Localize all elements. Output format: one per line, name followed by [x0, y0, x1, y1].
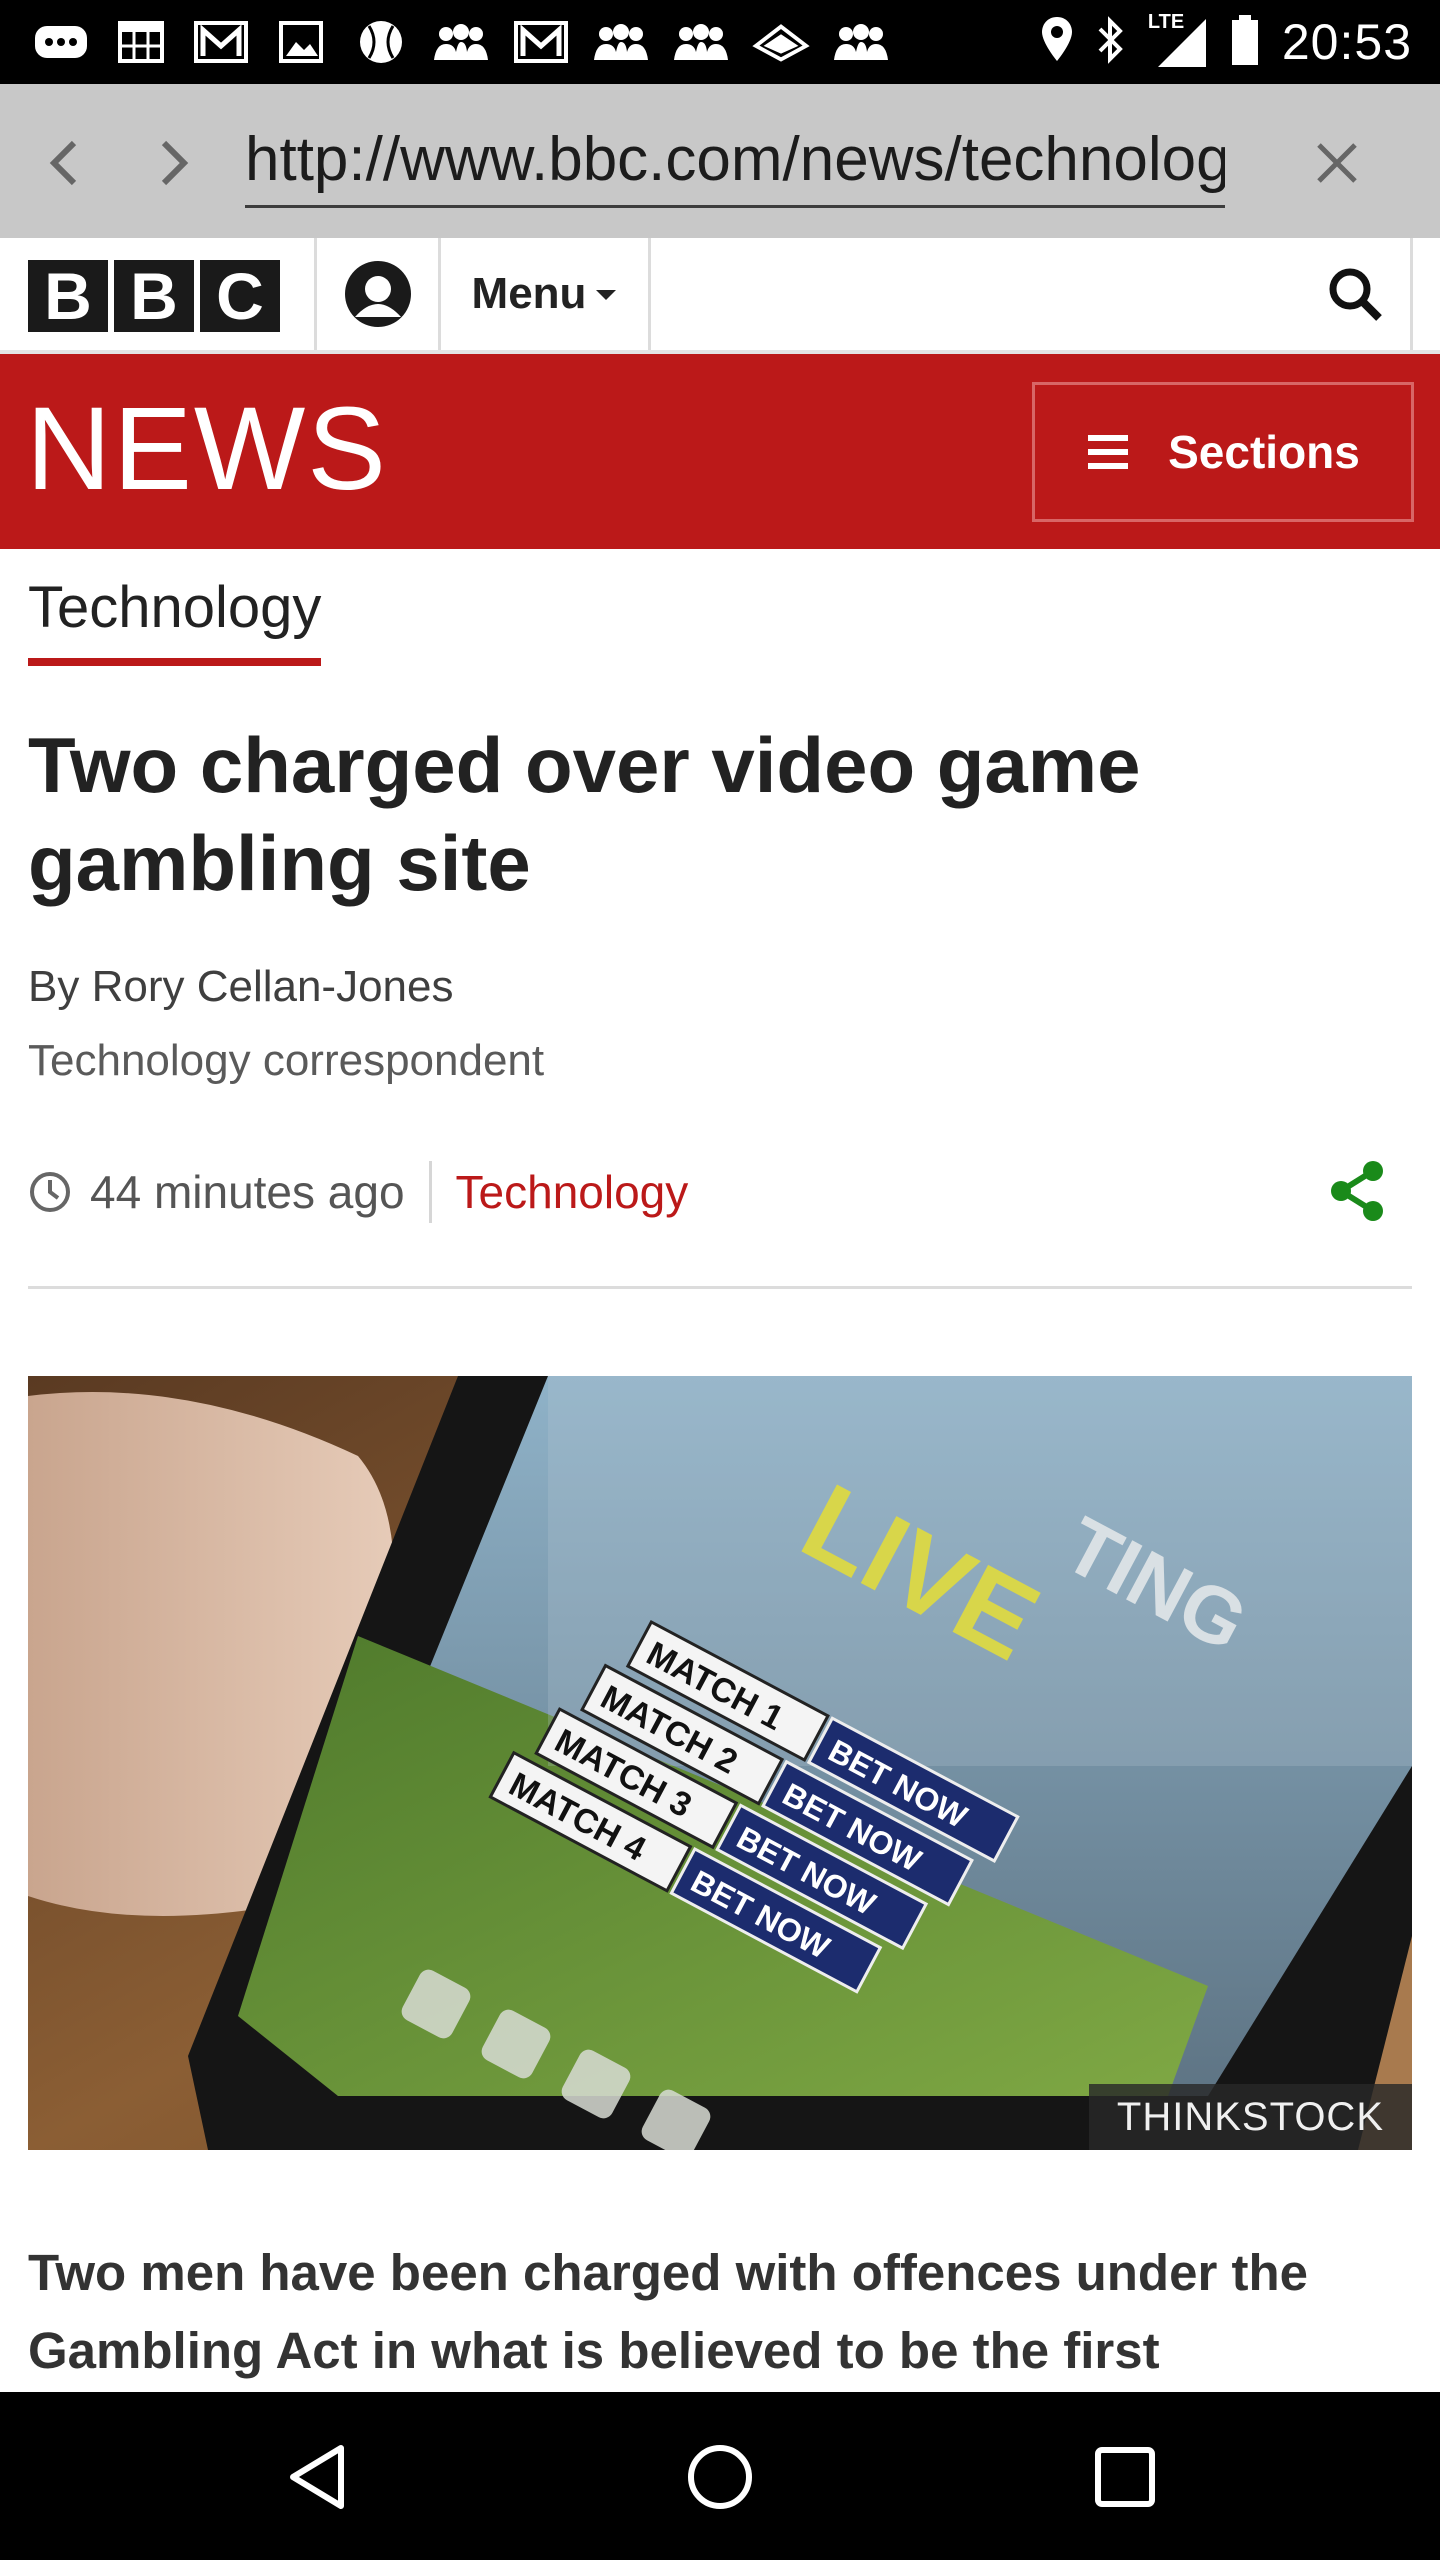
caret-down-icon [596, 290, 617, 300]
bbc-logo-letter: C [200, 260, 280, 332]
timestamp: 44 minutes ago [90, 1166, 405, 1218]
image-icon [272, 16, 330, 68]
masthead-divider [648, 238, 651, 350]
system-nav-bar [0, 2392, 1440, 2560]
signal-lte-icon: LTE [1148, 11, 1208, 69]
battery-icon [1230, 13, 1260, 72]
image-credit: THINKSTOCK [1088, 2084, 1412, 2150]
nav-home-button[interactable] [675, 2432, 765, 2522]
tablet-betting-photo: LIVE TING MATCH 1 BET NOW MATCH 2 BET NO… [28, 1376, 1412, 2150]
close-icon [1317, 143, 1357, 183]
news-logo[interactable]: NEWS [26, 390, 388, 508]
bbc-logo[interactable]: B B C [28, 260, 280, 332]
recents-square-icon [1095, 2447, 1155, 2507]
back-button[interactable] [32, 128, 96, 198]
screen: LTE 20:53 http://www.bbc.com/news/techno… [0, 0, 1440, 2560]
sections-label: Sections [1168, 426, 1360, 478]
stadium-icon [752, 16, 810, 68]
article-intro: Two men have been charged with offences … [28, 2244, 1308, 2379]
browser-toolbar: http://www.bbc.com/news/technology [0, 84, 1440, 238]
bbc-masthead: B B C Menu [0, 238, 1440, 354]
location-icon [1040, 15, 1074, 70]
group-icon [592, 16, 650, 68]
calendar-grid-icon [112, 16, 170, 68]
network-label: LTE [1147, 11, 1185, 33]
article-meta: 44 minutes ago Technology [28, 1158, 688, 1226]
search-icon [1329, 268, 1382, 321]
gmail-icon [192, 16, 250, 68]
share-button[interactable] [1322, 1156, 1392, 1226]
article-headline: Two charged over video game gambling sit… [28, 721, 1141, 907]
search-button[interactable] [1300, 238, 1410, 350]
section-tag-link[interactable]: Technology [456, 1165, 689, 1219]
masthead-divider [1410, 238, 1413, 350]
gmail-icon [512, 16, 570, 68]
url-text: http://www.bbc.com/news/technology [245, 125, 1225, 194]
menu-button[interactable]: Menu [442, 238, 648, 350]
nav-recents-button[interactable] [1080, 2432, 1170, 2522]
forward-button[interactable] [142, 128, 206, 198]
menu-label: Menu [471, 269, 587, 318]
close-button[interactable] [1302, 128, 1372, 198]
group-icon [432, 16, 490, 68]
home-circle-icon [688, 2445, 752, 2509]
bbc-logo-letter: B [28, 260, 108, 332]
masthead-divider [314, 238, 317, 350]
hamburger-icon [1088, 435, 1129, 469]
sections-button[interactable]: Sections [1032, 382, 1414, 522]
account-icon [345, 261, 411, 327]
byline-role: Technology correspondent [28, 1036, 545, 1085]
meta-divider [428, 1161, 432, 1223]
nav-back-button[interactable] [272, 2432, 362, 2522]
baseball-icon [352, 16, 410, 68]
article-hero-image: LIVE TING MATCH 1 BET NOW MATCH 2 BET NO… [28, 1376, 1412, 2150]
share-icon [1331, 1161, 1383, 1221]
notification-icons [32, 14, 890, 70]
group-icon [672, 16, 730, 68]
masthead-divider [438, 238, 441, 350]
status-bar: LTE 20:53 [0, 0, 1440, 84]
status-indicators: LTE 20:53 [1040, 0, 1412, 84]
clock-icon [30, 1172, 70, 1212]
url-input[interactable]: http://www.bbc.com/news/technology [245, 112, 1225, 208]
chevron-left-icon [49, 140, 77, 186]
chat-icon [32, 16, 90, 68]
divider [28, 1286, 1412, 1289]
back-triangle-icon [290, 2445, 344, 2509]
clock: 20:53 [1281, 14, 1412, 70]
bbc-logo-letter: B [114, 260, 194, 332]
bluetooth-icon [1096, 15, 1126, 70]
section-link[interactable]: Technology [28, 572, 322, 666]
account-button[interactable] [318, 238, 438, 350]
chevron-right-icon [161, 140, 189, 186]
byline-name: By Rory Cellan-Jones [28, 962, 454, 1011]
group-icon [832, 16, 890, 68]
news-bar: NEWS Sections [0, 354, 1440, 549]
